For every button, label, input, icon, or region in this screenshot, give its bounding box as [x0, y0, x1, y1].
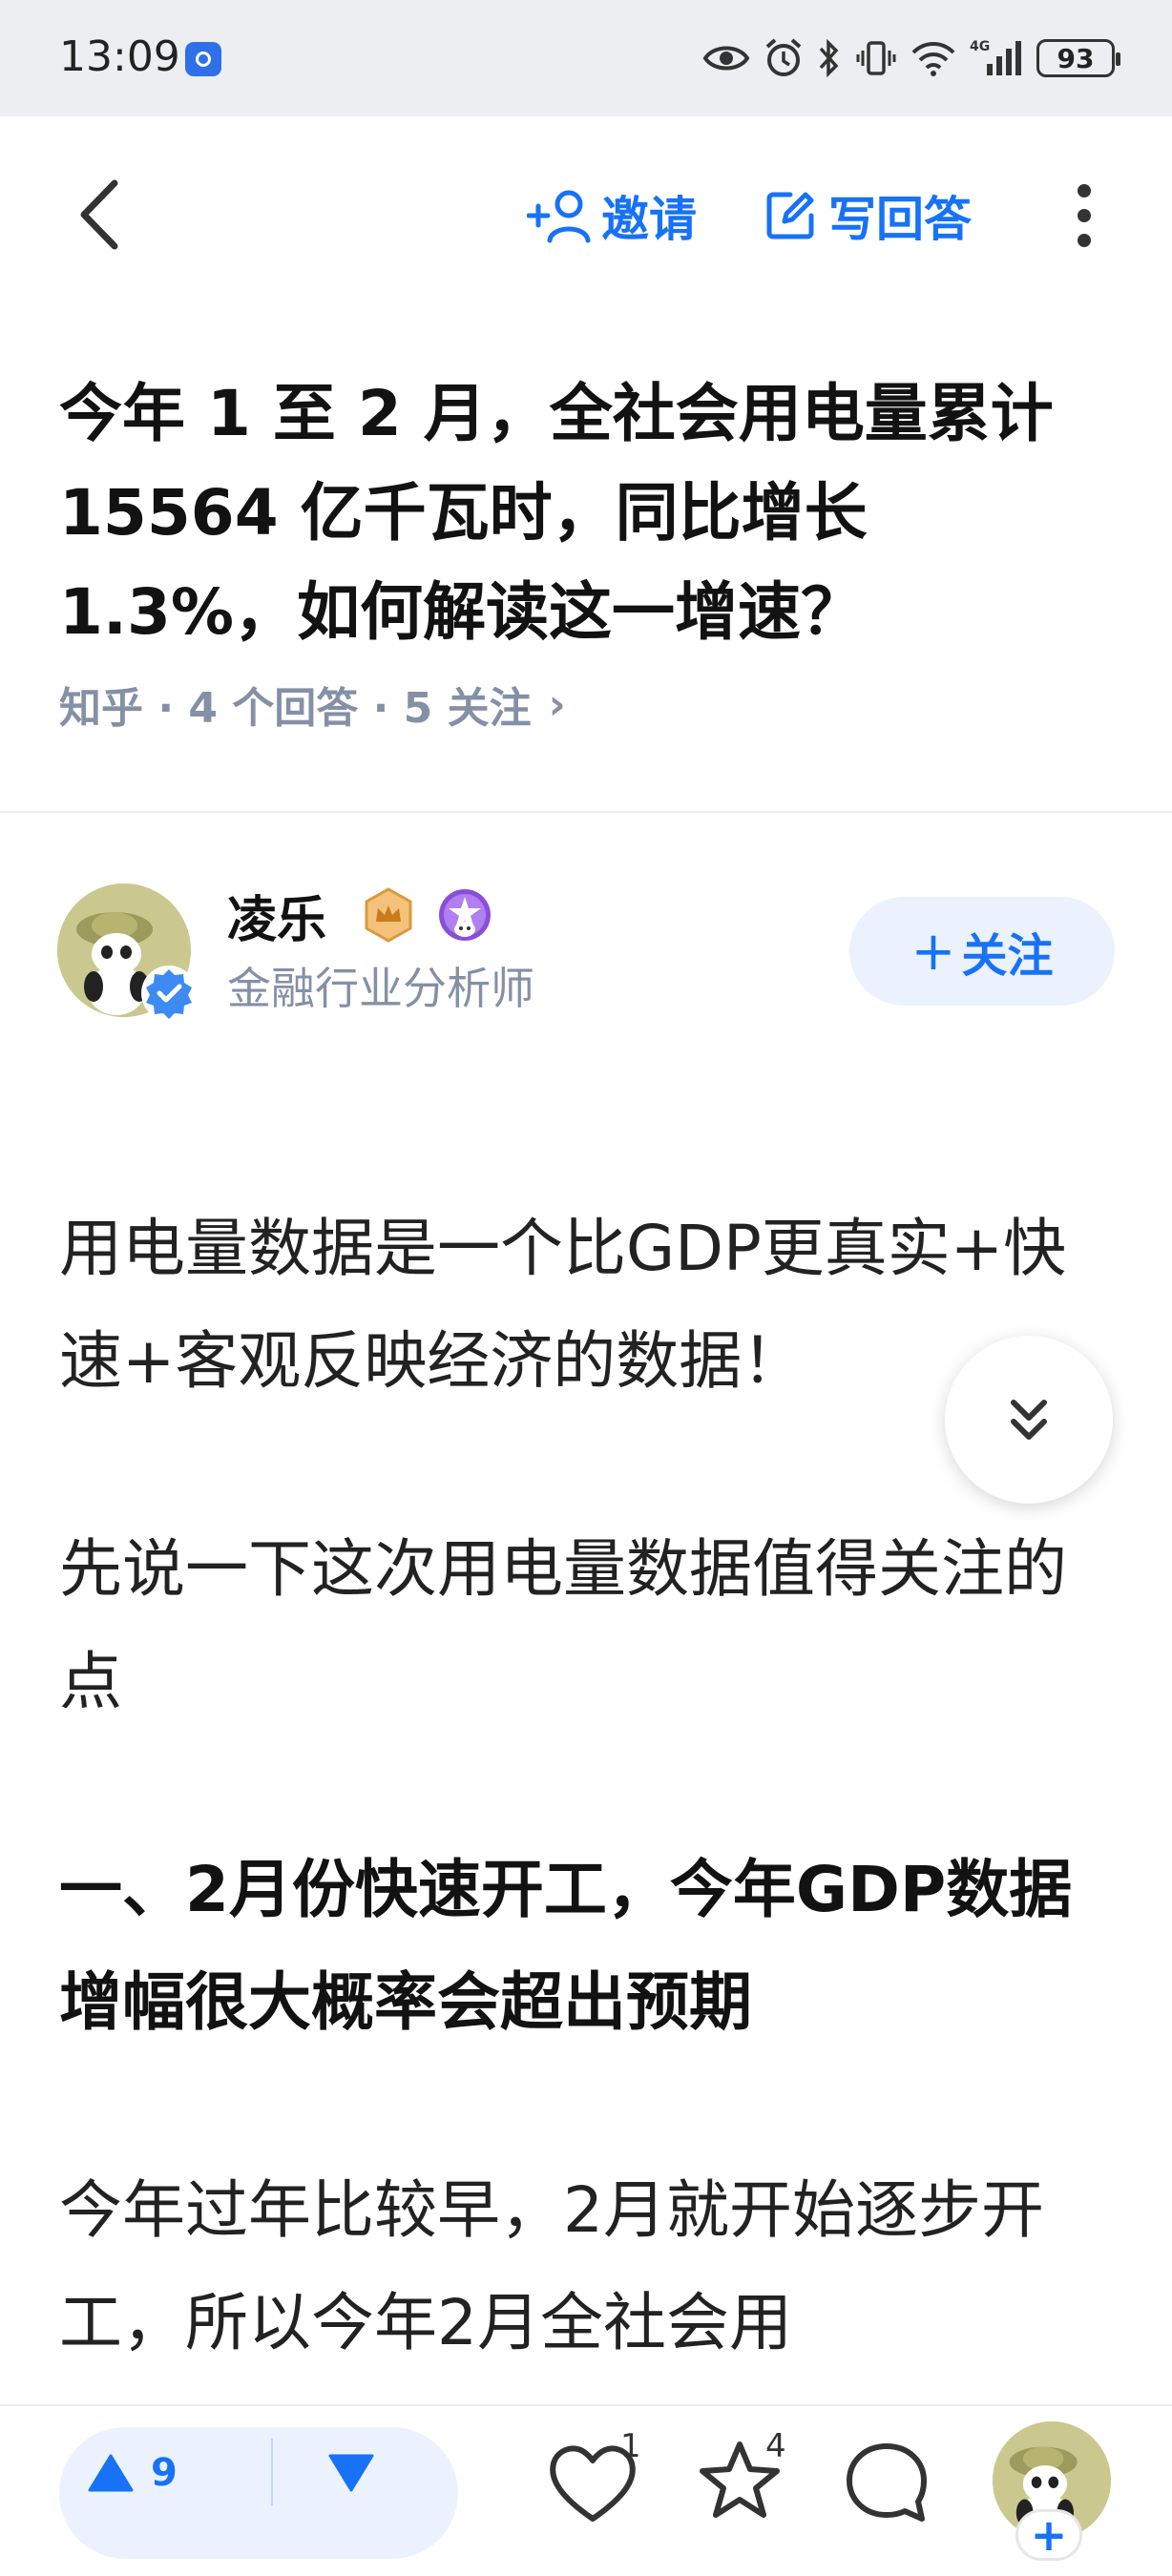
more-dot-icon: [1078, 184, 1091, 197]
question-meta[interactable]: 知乎 · 4 个回答 · 5 关注 ›: [59, 674, 566, 735]
app-notification-icon: [185, 42, 221, 76]
vibrate-icon: [856, 41, 896, 75]
back-button[interactable]: [67, 172, 134, 258]
eye-icon: [702, 46, 750, 71]
status-time: 13:09: [59, 32, 180, 81]
upvote-button[interactable]: 9: [88, 2435, 178, 2511]
answer-heading: 一、2月份快速开工，今年GDP数据增幅很大概率会超出预期: [59, 1853, 1073, 2039]
comment-button[interactable]: [834, 2431, 939, 2536]
triangle-up-icon: [88, 2454, 134, 2492]
add-person-icon: [527, 190, 591, 243]
battery-indicator: 93: [1036, 39, 1120, 77]
triangle-down-icon: [328, 2454, 374, 2492]
edit-icon: [766, 192, 814, 239]
comment-bubble-icon: [847, 2443, 927, 2522]
alarm-icon: [765, 38, 802, 76]
author-name[interactable]: 凌乐: [227, 880, 326, 951]
more-dot-icon: [1078, 209, 1091, 222]
plus-icon: +: [910, 920, 956, 983]
question-title[interactable]: 今年 1 至 2 月，全社会用电量累计 15564 亿千瓦时，同比增长 1.3%…: [59, 364, 1109, 662]
answer-content: 用电量数据是一个比GDP更真实+快速+客观反映经济的数据！ 先说一下这次用电量数…: [59, 1193, 1109, 2379]
wifi-icon: [911, 42, 955, 76]
scroll-down-button[interactable]: [945, 1336, 1113, 1504]
status-icons: 4G 93: [702, 34, 1120, 82]
divider: [0, 811, 1172, 813]
write-answer-button[interactable]: 写回答: [764, 177, 972, 254]
like-count: 1: [620, 2427, 641, 2465]
more-options-button[interactable]: [1065, 177, 1103, 254]
favorite-count: 4: [765, 2427, 786, 2465]
author-headline: 金融行业分析师: [227, 963, 534, 1014]
cellular-signal-icon: 4G: [970, 39, 1021, 75]
follow-button[interactable]: + 关注: [849, 897, 1115, 1006]
upvote-count: 9: [151, 2451, 178, 2495]
verified-badge-icon: [139, 964, 199, 1023]
double-chevron-down-icon: [1011, 1400, 1047, 1440]
top-nav: 邀请 写回答: [0, 116, 1172, 313]
add-plus-button[interactable]: +: [1015, 2509, 1082, 2561]
answer-paragraph: 先说一下这次用电量数据值得关注的点: [59, 1532, 1067, 1718]
back-arrow-icon: [80, 179, 118, 250]
vote-divider: [271, 2439, 273, 2505]
write-answer-label: 写回答: [828, 192, 972, 247]
svg-text:4G: 4G: [970, 39, 990, 54]
follow-label: 关注: [961, 929, 1054, 983]
downvote-button[interactable]: [313, 2435, 389, 2511]
question-meta-text: 知乎 · 4 个回答 · 5 关注: [59, 684, 532, 733]
crown-badge-icon[interactable]: [361, 887, 416, 943]
bottom-action-bar: 9 1 4 +: [0, 2404, 1172, 2576]
status-bar: 13:09 4G 93: [0, 0, 1172, 116]
invite-button[interactable]: 邀请: [527, 177, 697, 254]
like-button[interactable]: 1: [540, 2427, 645, 2536]
favorite-button[interactable]: 4: [687, 2427, 792, 2536]
answer-paragraph: 今年过年比较早，2月就开始逐步开工，所以今年2月全社会用: [59, 2173, 1044, 2359]
bluetooth-icon: [819, 38, 839, 78]
invite-label: 邀请: [601, 192, 697, 247]
star-badge-icon[interactable]: [437, 887, 492, 943]
more-dot-icon: [1078, 234, 1091, 247]
chevron-right-icon: ›: [548, 679, 566, 729]
